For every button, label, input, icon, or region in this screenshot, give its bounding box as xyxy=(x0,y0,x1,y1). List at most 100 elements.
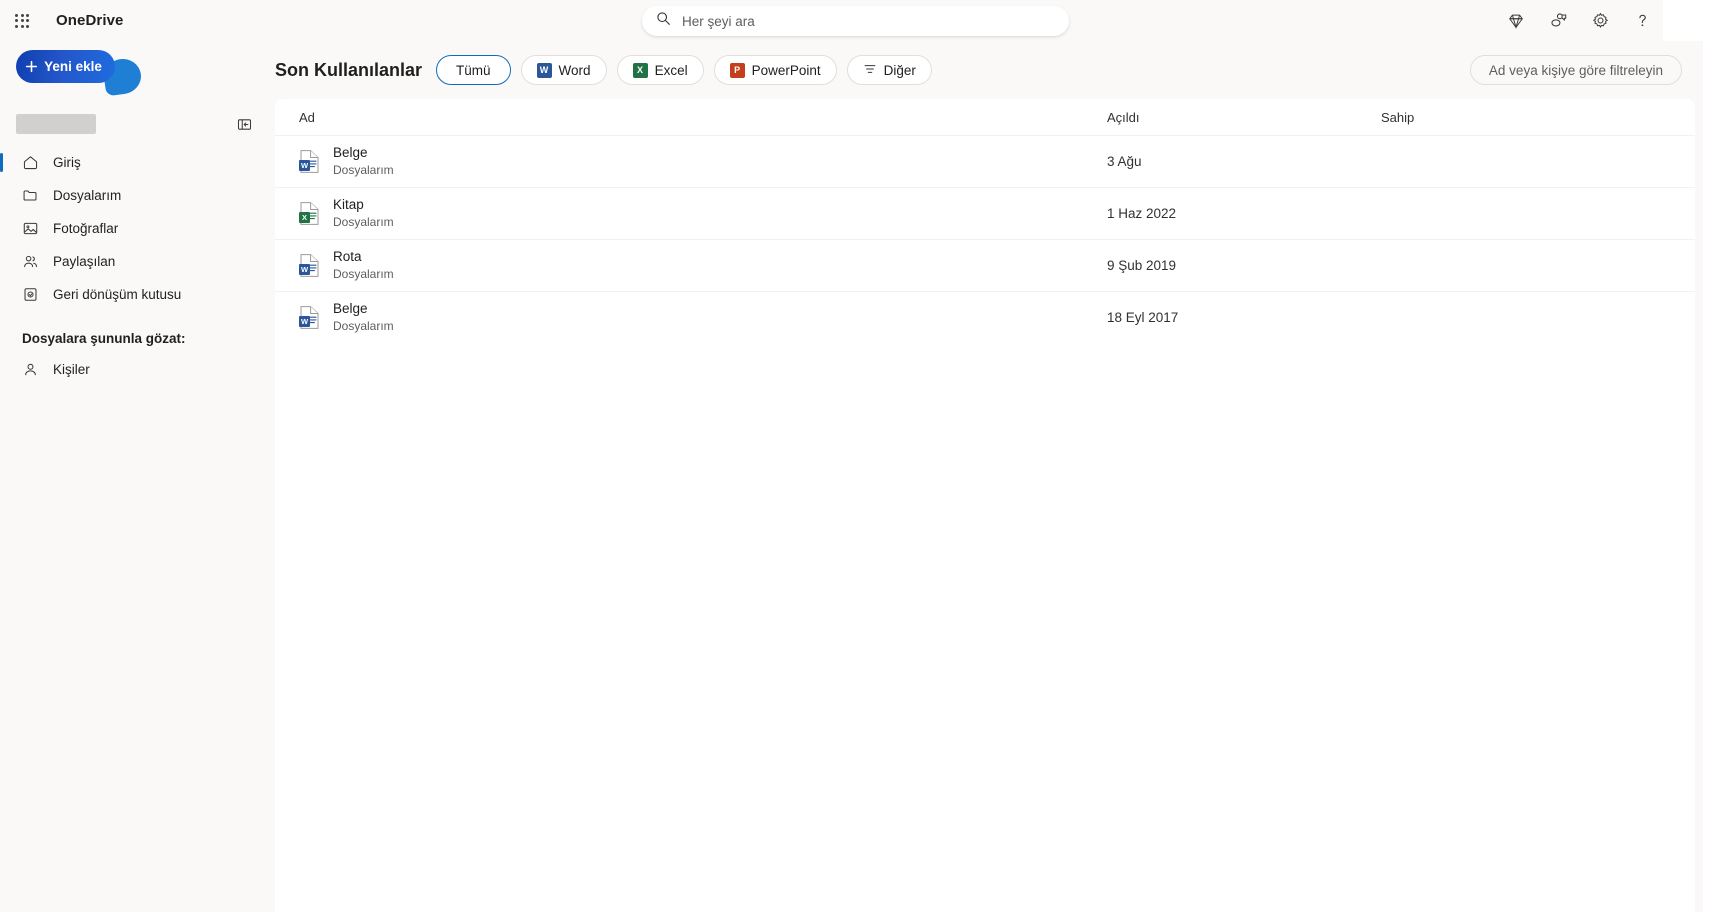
word-file-icon: W xyxy=(299,149,320,174)
sidebar-item-geri-donusum-kutusu[interactable]: Geri dönüşüm kutusu xyxy=(0,278,271,311)
powerpoint-icon: P xyxy=(729,62,745,78)
photo-icon xyxy=(22,220,39,237)
files-panel: Ad Açıldı Sahip W Belge Dosyalarım 3 Ağu… xyxy=(275,99,1695,912)
sidebar-item-label: Geri dönüşüm kutusu xyxy=(53,287,182,302)
excel-badge: X xyxy=(299,212,310,223)
feedback-icon[interactable] xyxy=(1537,0,1579,41)
file-name-block: Rota Dosyalarım xyxy=(333,249,394,282)
chip-label: Tümü xyxy=(456,62,491,78)
word-badge: W xyxy=(299,264,310,275)
sidebar-placeholder-row xyxy=(0,104,271,144)
chip-label: PowerPoint xyxy=(751,62,821,78)
new-button-row: Yeni ekle xyxy=(0,50,271,104)
word-file-icon: W xyxy=(299,253,320,278)
word-badge: W xyxy=(299,316,310,327)
column-header-owner[interactable]: Sahip xyxy=(1381,110,1681,125)
app-launcher-button[interactable] xyxy=(2,1,42,41)
home-icon xyxy=(22,154,39,171)
top-bar: OneDrive xyxy=(0,0,1711,41)
sidebar-item-fotograflar[interactable]: Fotoğraflar xyxy=(0,212,271,245)
person-icon xyxy=(22,361,39,378)
chip-tumu[interactable]: Tümü xyxy=(436,55,511,85)
chip-excel[interactable]: X Excel xyxy=(616,55,704,85)
sidebar-item-label: Giriş xyxy=(53,155,81,170)
file-opened-date: 3 Ağu xyxy=(1107,154,1142,169)
table-header: Ad Açıldı Sahip xyxy=(275,99,1695,135)
sidebar-item-dosyalarim[interactable]: Dosyalarım xyxy=(0,179,271,212)
table-row[interactable]: W Belge Dosyalarım 18 Eyl 2017 xyxy=(275,291,1695,343)
excel-icon: X xyxy=(632,62,648,78)
file-name-cell: X Kitap Dosyalarım xyxy=(289,197,1107,230)
file-name-block: Kitap Dosyalarım xyxy=(333,197,394,230)
file-name: Belge xyxy=(333,301,368,316)
avatar[interactable] xyxy=(1663,0,1711,41)
word-icon: W xyxy=(536,62,552,78)
filter-by-name-or-person-button[interactable]: Ad veya kişiye göre filtreleyin xyxy=(1469,55,1682,85)
search-input[interactable] xyxy=(682,6,1055,36)
file-name-cell: W Belge Dosyalarım xyxy=(289,301,1107,334)
column-header-opened[interactable]: Açıldı xyxy=(1107,110,1381,125)
column-header-name[interactable]: Ad xyxy=(289,110,1107,125)
collapse-panel-icon xyxy=(237,118,251,130)
page-title: Son Kullanılanlar xyxy=(275,59,423,80)
file-type-filter-chips: Tümü W Word X Excel P PowerPoint Diğer xyxy=(436,55,932,85)
top-bar-actions xyxy=(1495,0,1711,41)
table-row[interactable]: W Belge Dosyalarım 3 Ağu xyxy=(275,135,1695,187)
table-row[interactable]: X Kitap Dosyalarım 1 Haz 2022 xyxy=(275,187,1695,239)
plus-icon xyxy=(25,60,38,73)
table-row[interactable]: W Rota Dosyalarım 9 Şub 2019 xyxy=(275,239,1695,291)
file-location: Dosyalarım xyxy=(333,319,394,333)
filter-icon xyxy=(863,62,877,79)
recycle-bin-icon xyxy=(22,286,39,303)
page-body: Yeni ekle Giriş Dosyalarım Fotoğraflar P… xyxy=(0,41,1711,912)
excel-file-icon: X xyxy=(299,201,320,226)
sidebar-item-giris[interactable]: Giriş xyxy=(0,146,271,179)
file-name: Rota xyxy=(333,249,362,264)
browse-section-label: Dosyalara şununla gözat: xyxy=(22,331,186,346)
sidebar-item-kisiler[interactable]: Kişiler xyxy=(0,353,271,386)
brand-title[interactable]: OneDrive xyxy=(56,12,124,29)
sidebar-item-paylasilan[interactable]: Paylaşılan xyxy=(0,245,271,278)
premium-diamond-icon[interactable] xyxy=(1495,0,1537,41)
file-opened-date: 18 Eyl 2017 xyxy=(1107,310,1179,325)
file-name-block: Belge Dosyalarım xyxy=(333,301,394,334)
help-question-icon[interactable] xyxy=(1621,0,1663,41)
file-name-cell: W Belge Dosyalarım xyxy=(289,145,1107,178)
file-opened-date: 9 Şub 2019 xyxy=(1107,258,1177,273)
folder-icon xyxy=(22,187,39,204)
people-icon xyxy=(22,253,39,270)
main-header: Son Kullanılanlar Tümü W Word X Excel P … xyxy=(271,41,1695,99)
chip-word[interactable]: W Word xyxy=(520,55,607,85)
sidebar-item-label: Fotoğraflar xyxy=(53,221,119,236)
word-badge: W xyxy=(299,160,310,171)
main-content: Son Kullanılanlar Tümü W Word X Excel P … xyxy=(271,41,1703,912)
file-location: Dosyalarım xyxy=(333,215,394,229)
sidebar: Yeni ekle Giriş Dosyalarım Fotoğraflar P… xyxy=(0,41,271,912)
add-new-button[interactable]: Yeni ekle xyxy=(16,50,115,83)
collapse-panel-button[interactable] xyxy=(231,111,257,137)
filter-button-label: Ad veya kişiye göre filtreleyin xyxy=(1488,62,1663,78)
sidebar-nav: Giriş Dosyalarım Fotoğraflar Paylaşılan … xyxy=(0,146,271,386)
chip-label: Diğer xyxy=(883,62,916,78)
file-name-cell: W Rota Dosyalarım xyxy=(289,249,1107,282)
vertical-scrollbar[interactable] xyxy=(1703,41,1711,912)
settings-gear-icon[interactable] xyxy=(1579,0,1621,41)
add-new-label: Yeni ekle xyxy=(44,59,102,74)
file-location: Dosyalarım xyxy=(333,267,394,281)
chip-diger[interactable]: Diğer xyxy=(846,55,932,85)
waffle-icon xyxy=(15,13,29,28)
sidebar-item-label: Kişiler xyxy=(53,362,90,377)
loading-placeholder xyxy=(16,114,96,134)
sidebar-item-label: Paylaşılan xyxy=(53,254,116,269)
sidebar-item-label: Dosyalarım xyxy=(53,188,122,203)
search-icon xyxy=(656,11,671,31)
chip-powerpoint[interactable]: P PowerPoint xyxy=(713,55,837,85)
search-box[interactable] xyxy=(642,6,1069,36)
search-container xyxy=(0,6,1711,36)
file-name-block: Belge Dosyalarım xyxy=(333,145,394,178)
word-file-icon: W xyxy=(299,305,320,330)
file-opened-date: 1 Haz 2022 xyxy=(1107,206,1177,221)
chip-label: Excel xyxy=(654,62,688,78)
file-name: Kitap xyxy=(333,197,364,212)
file-location: Dosyalarım xyxy=(333,163,394,177)
